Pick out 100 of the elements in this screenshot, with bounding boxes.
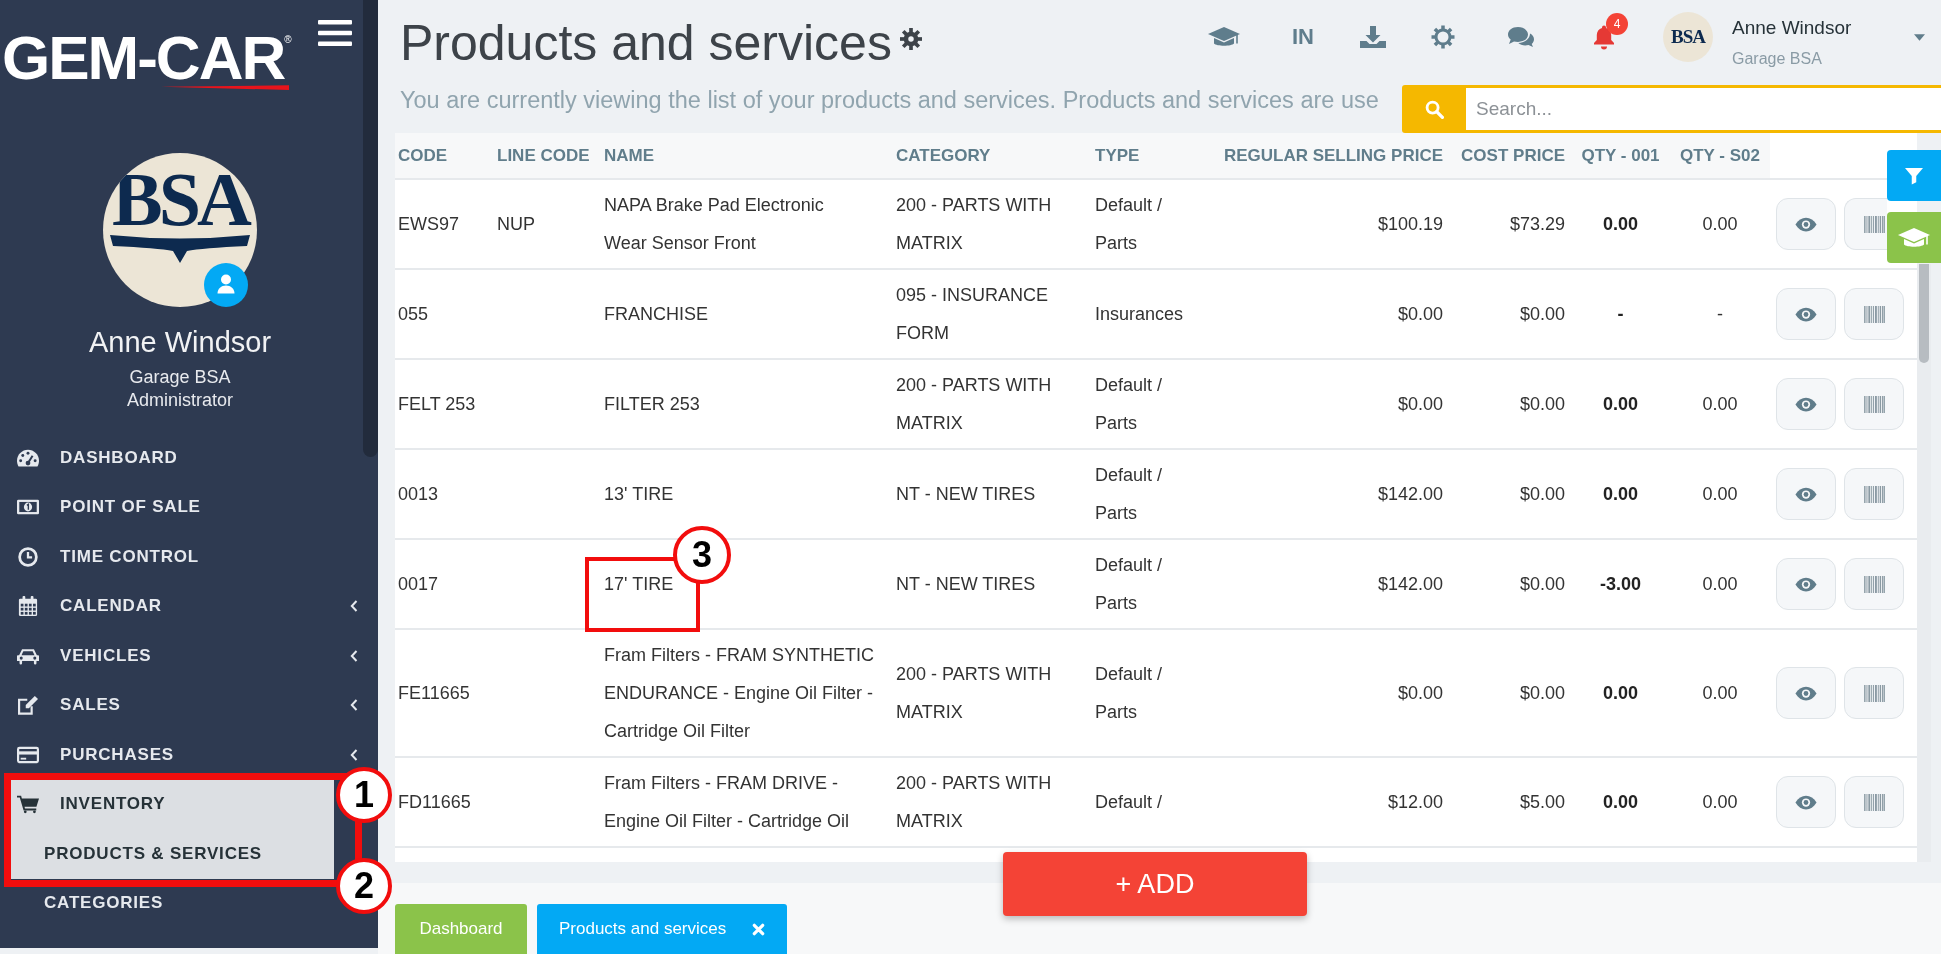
credit-card-icon xyxy=(17,744,39,765)
barcode-icon xyxy=(1863,684,1885,702)
column-header[interactable]: QTY - S02 xyxy=(1670,133,1770,179)
table-cell: $0.00 xyxy=(1208,359,1449,449)
menu-item[interactable]: INVENTORY xyxy=(11,779,334,829)
table-cell: Default / Parts xyxy=(1092,359,1208,449)
user-name[interactable]: Anne Windsor xyxy=(1732,16,1852,40)
eye-icon xyxy=(1795,576,1817,592)
table-cell: NT - NEW TIRES xyxy=(893,449,1092,539)
chat-icon[interactable] xyxy=(1507,25,1535,49)
filter-icon xyxy=(1905,166,1923,185)
table-cell: Default / xyxy=(1092,757,1208,847)
tutorial-button[interactable] xyxy=(1887,212,1941,263)
menu-item[interactable]: VEHICLES xyxy=(10,645,360,666)
barcode-button[interactable] xyxy=(1844,198,1887,250)
view-button[interactable] xyxy=(1776,558,1836,610)
submenu-item[interactable]: CATEGORIES xyxy=(10,893,164,914)
table-cell: FRANCHISE xyxy=(601,269,893,359)
menu-item[interactable]: POINT OF SALE xyxy=(10,497,201,518)
table-cell: 0.00 xyxy=(1670,449,1770,539)
table-cell: 0.00 xyxy=(1670,539,1770,629)
graduation-cap-icon[interactable] xyxy=(1208,25,1240,49)
table-cell: -3.00 xyxy=(1571,539,1670,629)
table-cell: 0017 xyxy=(395,539,494,629)
table-cell: NUP xyxy=(494,179,601,269)
table-cell: Default / Parts xyxy=(1092,179,1208,269)
avatar[interactable]: BSA xyxy=(1663,12,1713,62)
barcode-button[interactable] xyxy=(1844,468,1904,520)
table-cell: Fram Filters - FRAM DRIVE - Engine Oil Filter - Cartridge Oil xyxy=(601,757,893,847)
add-button[interactable]: + ADD xyxy=(1003,852,1307,916)
barcode-button[interactable] xyxy=(1844,776,1904,828)
column-header[interactable]: CODE xyxy=(395,133,494,179)
page-subtitle: You are currently viewing the list of your products and services. Products and services are use xyxy=(400,87,1379,113)
menu-item[interactable]: CALENDAR xyxy=(10,596,360,617)
table-cell: $0.00 xyxy=(1449,539,1571,629)
menu-icon[interactable] xyxy=(318,20,352,46)
column-header[interactable]: CATEGORY xyxy=(893,133,1092,179)
notification-badge: 4 xyxy=(1606,13,1628,35)
view-button[interactable] xyxy=(1776,667,1836,719)
user-badge-icon[interactable] xyxy=(204,263,248,307)
edit-icon xyxy=(17,695,39,716)
table-cell: NT - NEW TIRES xyxy=(893,539,1092,629)
logo[interactable]: GEM-CAR$^{®}$ xyxy=(2,9,300,89)
download-icon[interactable] xyxy=(1360,25,1386,49)
menu-item[interactable]: PURCHASES xyxy=(10,744,360,765)
table-cell: $100.19 xyxy=(1208,179,1449,269)
filter-button[interactable] xyxy=(1887,150,1941,201)
barcode-button[interactable] xyxy=(1844,288,1904,340)
speedometer-icon xyxy=(17,447,39,468)
submenu-item[interactable]: PRODUCTS & SERVICES xyxy=(11,829,334,879)
menu-item[interactable]: TIME CONTROL xyxy=(10,546,199,567)
table-cell: 0.00 xyxy=(1670,757,1770,847)
view-button[interactable] xyxy=(1776,288,1836,340)
close-icon[interactable] xyxy=(752,922,766,936)
barcode-button[interactable] xyxy=(1844,667,1904,719)
eye-icon xyxy=(1795,685,1817,701)
sidebar-scrollbar[interactable] xyxy=(363,0,378,457)
search-field[interactable]: Search... xyxy=(1466,85,1941,133)
language-button[interactable]: IN xyxy=(1292,24,1314,50)
column-header[interactable]: COST PRICE xyxy=(1449,133,1571,179)
column-header[interactable]: TYPE xyxy=(1092,133,1208,179)
chevron-icon[interactable] xyxy=(350,748,358,761)
table-cell: 200 - PARTS WITH MATRIX xyxy=(893,359,1092,449)
table-cell: $73.29 xyxy=(1449,179,1571,269)
bell-icon[interactable] xyxy=(1592,24,1616,50)
cog-icon[interactable] xyxy=(1430,24,1456,50)
barcode-button[interactable] xyxy=(1844,558,1904,610)
chevron-icon[interactable] xyxy=(350,699,358,712)
avatar-text: BSA xyxy=(112,161,248,237)
view-button[interactable] xyxy=(1776,378,1836,430)
column-header[interactable]: NAME xyxy=(601,133,893,179)
table-cell: 0.00 xyxy=(1571,179,1670,269)
table-cell: 095 - INSURANCE FORM xyxy=(893,269,1092,359)
table-cell: 0.00 xyxy=(1571,629,1670,757)
view-button[interactable] xyxy=(1776,776,1836,828)
barcode-icon xyxy=(1863,575,1885,593)
view-button[interactable] xyxy=(1776,198,1836,250)
table-cell: $0.00 xyxy=(1208,269,1449,359)
menu-item[interactable]: SALES xyxy=(10,695,360,716)
page-title: Products and services xyxy=(400,14,892,72)
barcode-button[interactable] xyxy=(1844,378,1904,430)
scrollbar-thumb[interactable] xyxy=(1919,264,1929,363)
view-button[interactable] xyxy=(1776,468,1836,520)
user-name: Anne Windsor xyxy=(87,325,273,359)
chevron-icon[interactable] xyxy=(350,649,358,662)
table-cell: 0.00 xyxy=(1571,359,1670,449)
column-header[interactable]: LINE CODE xyxy=(494,133,601,179)
caret-icon[interactable] xyxy=(1914,33,1925,41)
gear-icon[interactable] xyxy=(899,28,922,50)
eye-icon xyxy=(1795,486,1817,502)
table-cell: 200 - PARTS WITH MATRIX xyxy=(893,757,1092,847)
column-header[interactable]: QTY - 001 xyxy=(1571,133,1670,179)
user-role: Administrator xyxy=(126,389,234,412)
graduation-cap-icon xyxy=(1898,225,1930,250)
table-cell: Default / Parts xyxy=(1092,539,1208,629)
table-cell: $12.00 xyxy=(1208,757,1449,847)
chevron-icon[interactable] xyxy=(350,600,358,613)
column-header[interactable]: REGULAR SELLING PRICE xyxy=(1208,133,1449,179)
table-cell: FE11665 xyxy=(395,629,494,757)
menu-item[interactable]: DASHBOARD xyxy=(10,447,178,468)
